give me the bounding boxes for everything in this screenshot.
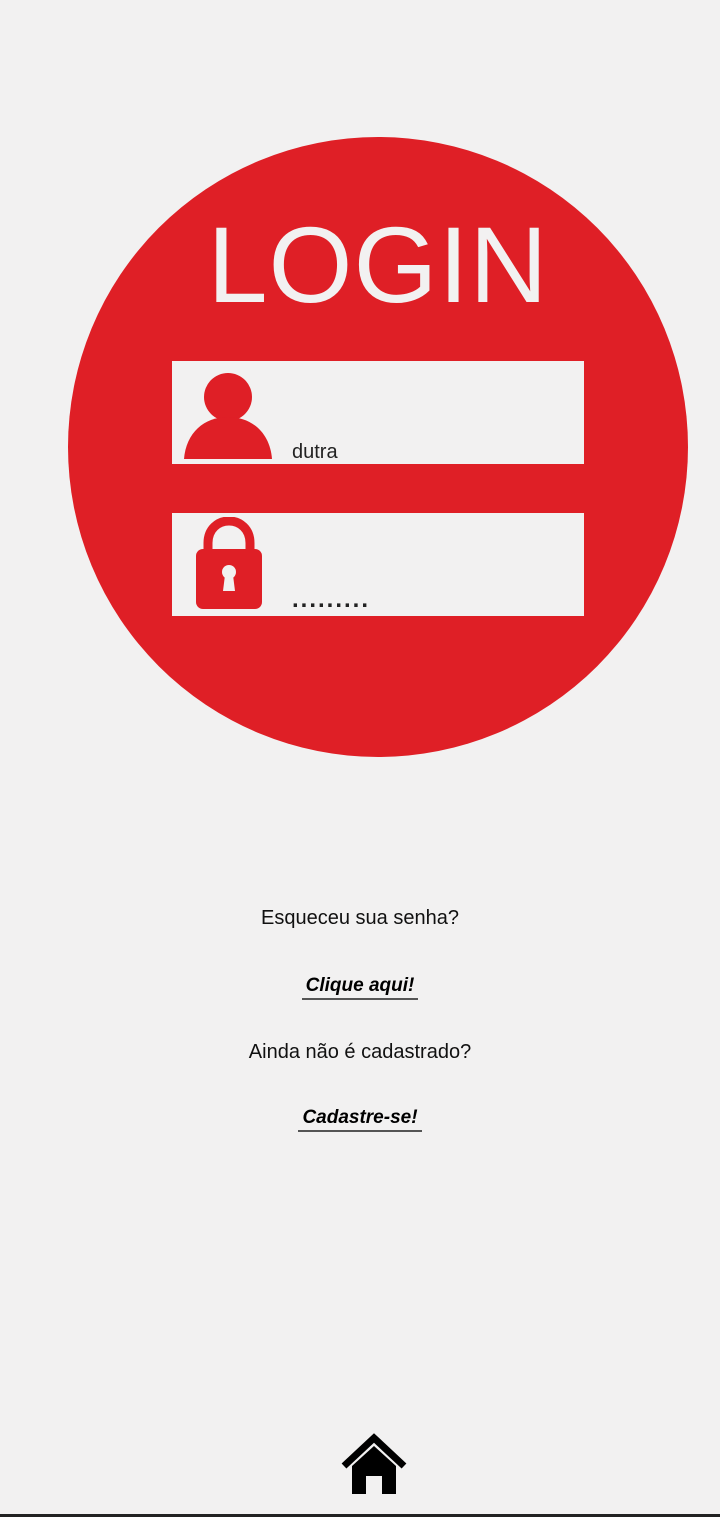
register-link[interactable]: Cadastre-se! <box>298 1107 422 1132</box>
home-icon[interactable] <box>340 1432 408 1496</box>
username-field[interactable] <box>172 361 584 465</box>
forgot-password-question: Esqueceu sua senha? <box>261 907 459 929</box>
login-title: LOGIN <box>207 204 549 325</box>
user-icon <box>184 373 272 459</box>
username-input[interactable] <box>292 439 562 465</box>
password-field[interactable] <box>172 513 584 616</box>
lock-icon <box>196 517 262 609</box>
forgot-password-link[interactable]: Clique aqui! <box>301 975 419 1000</box>
register-question: Ainda não é cadastrado? <box>248 1041 472 1063</box>
password-input[interactable] <box>292 587 562 613</box>
